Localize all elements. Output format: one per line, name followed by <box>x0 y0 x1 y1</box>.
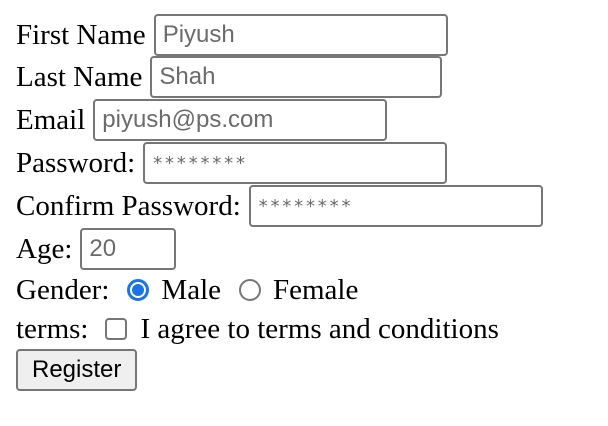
submit-row: Register <box>16 348 596 392</box>
gender-male-radio[interactable] <box>127 279 150 301</box>
email-input[interactable] <box>93 99 388 141</box>
email-label: Email <box>16 103 86 136</box>
password-row: Password: <box>16 142 596 184</box>
terms-row: terms: I agree to terms and conditions <box>16 310 596 348</box>
terms-label: terms: <box>16 312 89 345</box>
first-name-label: First Name <box>16 18 146 51</box>
gender-row: Gender: Male Female <box>16 270 596 310</box>
gender-label: Gender: <box>16 273 110 306</box>
first-name-input[interactable] <box>153 14 448 56</box>
password-input[interactable] <box>143 142 448 184</box>
gender-female-label: Female <box>273 273 359 306</box>
age-row: Age: <box>16 228 596 270</box>
age-input[interactable] <box>80 228 177 270</box>
gender-female-radio[interactable] <box>239 279 261 301</box>
last-name-row: Last Name <box>16 56 596 98</box>
confirm-password-row: Confirm Password: <box>16 184 596 228</box>
register-button[interactable]: Register <box>16 349 138 391</box>
terms-checkbox[interactable] <box>104 318 127 340</box>
gender-male-label: Male <box>161 273 221 306</box>
last-name-input[interactable] <box>150 56 443 98</box>
last-name-label: Last Name <box>16 60 143 93</box>
email-row: Email <box>16 98 596 142</box>
confirm-password-label: Confirm Password: <box>16 189 241 222</box>
confirm-password-input[interactable] <box>248 185 543 227</box>
registration-form: First Name Last Name Email Password: Con… <box>16 14 596 392</box>
age-label: Age: <box>16 232 73 265</box>
first-name-row: First Name <box>16 14 596 56</box>
password-label: Password: <box>16 146 136 179</box>
terms-checkbox-label: I agree to terms and conditions <box>140 312 499 345</box>
